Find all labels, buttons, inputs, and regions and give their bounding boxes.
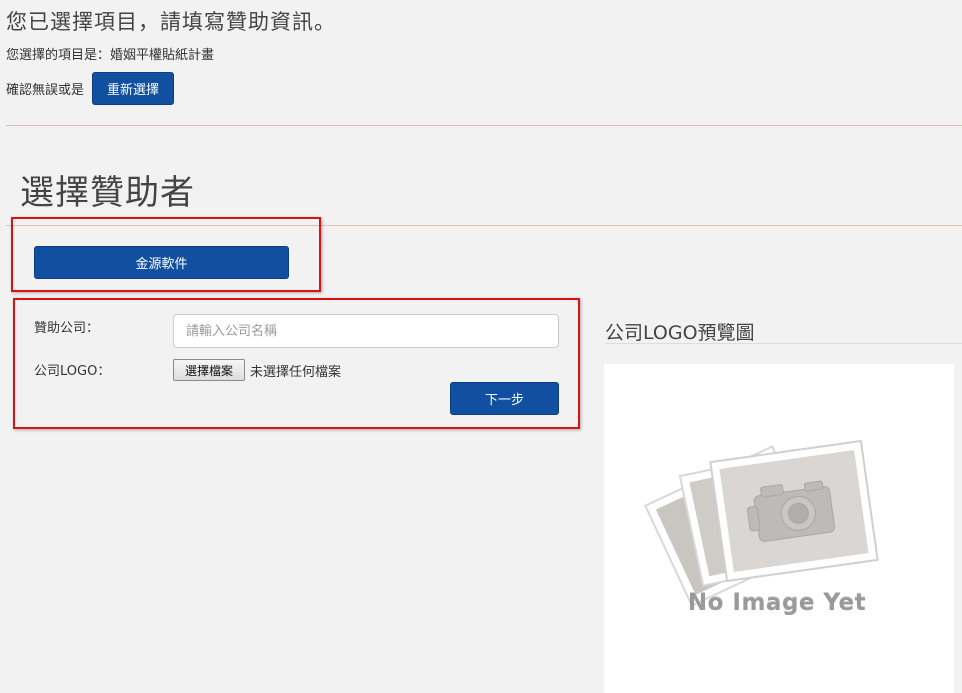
page-heading: 您已選擇項目，請填寫贊助資訊。 [6, 10, 336, 34]
choose-file-button[interactable]: 選擇檔案 [173, 359, 245, 381]
logo-preview-title: 公司LOGO預覽圖 [605, 322, 755, 344]
next-step-button[interactable]: 下一步 [450, 382, 559, 415]
sponsor-section-title: 選擇贊助者 [20, 173, 195, 213]
company-name-input[interactable] [173, 314, 559, 348]
file-status-text: 未選擇任何檔案 [250, 365, 342, 380]
logo-label: 公司LOGO： [34, 364, 111, 379]
reselect-button[interactable]: 重新選擇 [92, 72, 174, 105]
header-divider [6, 125, 962, 126]
company-label: 贊助公司： [34, 321, 100, 336]
logo-preview-box: No Image Yet [604, 364, 954, 693]
confirm-text: 確認無誤或是 [6, 83, 85, 98]
preview-divider [605, 343, 962, 344]
no-image-text: No Image Yet [687, 590, 867, 616]
selected-project-text: 您選擇的項目是：婚姻平權貼紙計畫 [6, 48, 215, 63]
sponsor-option-button[interactable]: 金源軟件 [34, 246, 289, 279]
